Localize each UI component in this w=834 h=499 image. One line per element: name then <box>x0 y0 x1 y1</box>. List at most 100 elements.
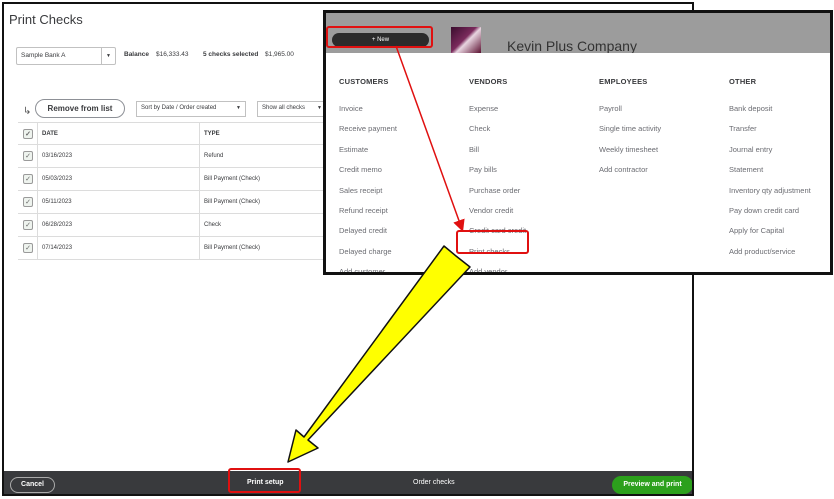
chevron-down-icon: ▼ <box>101 48 115 64</box>
screenshot-frame: Print Checks Sample Bank A ▼ Balance $16… <box>0 0 834 499</box>
menu-column-customers: CUSTOMERS Invoice Receive payment Estima… <box>339 77 464 272</box>
balance-label: Balance <box>124 51 149 58</box>
row-checkbox[interactable]: ✓ <box>23 243 33 253</box>
checks-selected-label: 5 checks selected <box>203 51 259 58</box>
row-type: Bill Payment (Check) <box>204 199 261 205</box>
column-divider <box>37 168 38 190</box>
checks-selected-total: $1,965.00 <box>265 51 294 58</box>
column-divider <box>199 168 200 190</box>
menu-item-vendor-credit[interactable]: Vendor credit <box>469 201 594 221</box>
row-checkbox[interactable]: ✓ <box>23 151 33 161</box>
column-divider <box>37 123 38 145</box>
row-date: 06/28/2023 <box>42 222 73 228</box>
sort-by-select[interactable]: Sort by Date / Order created ▼ <box>136 101 246 117</box>
row-date: 05/03/2023 <box>42 176 73 182</box>
page-title: Print Checks <box>9 12 83 27</box>
menu-item-bank-deposit[interactable]: Bank deposit <box>729 99 830 119</box>
column-divider <box>37 145 38 167</box>
sort-arrow-icon: ↳ <box>23 106 32 117</box>
menu-item-transfer[interactable]: Transfer <box>729 119 830 139</box>
menu-item-add-customer[interactable]: Add customer <box>339 262 464 272</box>
menu-item-journal-entry[interactable]: Journal entry <box>729 140 830 160</box>
highlight-box-new <box>326 26 433 48</box>
menu-item-pay-bills[interactable]: Pay bills <box>469 160 594 180</box>
row-type: Bill Payment (Check) <box>204 245 261 251</box>
menu-item-check[interactable]: Check <box>469 119 594 139</box>
chevron-down-icon: ▼ <box>236 105 241 111</box>
menu-item-expense[interactable]: Expense <box>469 99 594 119</box>
column-divider <box>199 237 200 259</box>
table-header-row: ✓ DATE TYPE <box>18 122 330 145</box>
menu-item-delayed-credit[interactable]: Delayed credit <box>339 221 464 241</box>
row-checkbox[interactable]: ✓ <box>23 174 33 184</box>
show-checks-select[interactable]: Show all checks ▼ <box>257 101 327 117</box>
menu-item-refund-receipt[interactable]: Refund receipt <box>339 201 464 221</box>
column-divider <box>37 214 38 236</box>
menu-item-delayed-charge[interactable]: Delayed charge <box>339 242 464 262</box>
menu-column-title: EMPLOYEES <box>599 77 648 86</box>
preview-and-print-button[interactable]: Preview and print <box>612 476 692 494</box>
menu-item-add-vendor[interactable]: Add vendor <box>469 262 594 272</box>
table-row[interactable]: ✓ 05/11/2023 Bill Payment (Check) <box>18 191 330 214</box>
table-row[interactable]: ✓ 03/16/2023 Refund <box>18 145 330 168</box>
column-divider <box>199 123 200 145</box>
balance-value: $16,333.43 <box>156 51 189 58</box>
row-date: 05/11/2023 <box>42 199 72 205</box>
row-type: Refund <box>204 153 224 159</box>
menu-item-add-contractor[interactable]: Add contractor <box>599 160 724 180</box>
show-checks-value: Show all checks <box>262 105 306 111</box>
menu-item-sales-receipt[interactable]: Sales receipt <box>339 181 464 201</box>
column-divider <box>37 191 38 213</box>
row-date: 03/16/2023 <box>42 153 73 159</box>
cancel-button[interactable]: Cancel <box>10 477 55 493</box>
column-divider <box>37 237 38 259</box>
row-checkbox[interactable]: ✓ <box>23 197 33 207</box>
remove-from-list-button[interactable]: Remove from list <box>35 99 125 118</box>
table-row[interactable]: ✓ 05/03/2023 Bill Payment (Check) <box>18 168 330 191</box>
table-row[interactable]: ✓ 07/14/2023 Bill Payment (Check) <box>18 237 330 260</box>
highlight-box-print-setup <box>228 468 301 493</box>
row-type: Check <box>204 222 222 228</box>
company-logo <box>451 27 481 53</box>
menu-item-purchase-order[interactable]: Purchase order <box>469 181 594 201</box>
menu-item-statement[interactable]: Statement <box>729 160 830 180</box>
bank-account-value: Sample Bank A <box>21 52 66 59</box>
menu-item-weekly-timesheet[interactable]: Weekly timesheet <box>599 140 724 160</box>
row-type: Bill Payment (Check) <box>204 176 261 182</box>
menu-item-add-product-service[interactable]: Add product/service <box>729 242 830 262</box>
menu-item-estimate[interactable]: Estimate <box>339 140 464 160</box>
menu-item-invoice[interactable]: Invoice <box>339 99 464 119</box>
menu-item-single-time-activity[interactable]: Single time activity <box>599 119 724 139</box>
new-menu-panel: + New Kevin Plus Company CUSTOMERS Invoi… <box>323 10 833 275</box>
row-date: 07/14/2023 <box>42 245 73 251</box>
menu-item-pay-down-credit-card[interactable]: Pay down credit card <box>729 201 830 221</box>
menu-column-title: VENDORS <box>469 77 508 86</box>
menu-item-inventory-qty-adjustment[interactable]: Inventory qty adjustment <box>729 181 830 201</box>
menu-column-title: CUSTOMERS <box>339 77 389 86</box>
table-row[interactable]: ✓ 06/28/2023 Check <box>18 214 330 237</box>
new-menu-dropdown: CUSTOMERS Invoice Receive payment Estima… <box>326 53 830 272</box>
column-divider <box>199 214 200 236</box>
sort-by-value: Sort by Date / Order created <box>141 105 217 111</box>
menu-item-receive-payment[interactable]: Receive payment <box>339 119 464 139</box>
menu-item-credit-memo[interactable]: Credit memo <box>339 160 464 180</box>
menu-item-payroll[interactable]: Payroll <box>599 99 724 119</box>
menu-item-apply-for-capital[interactable]: Apply for Capital <box>729 221 830 241</box>
column-header-date: DATE <box>42 131 58 137</box>
chevron-down-icon: ▼ <box>317 105 322 111</box>
footer-bar: Cancel Print setup Order checks Preview … <box>4 471 692 494</box>
column-header-type: TYPE <box>204 131 220 137</box>
column-divider <box>199 145 200 167</box>
menu-column-other: OTHER Bank deposit Transfer Journal entr… <box>729 77 830 262</box>
checks-table: ✓ DATE TYPE ✓ 03/16/2023 Refund ✓ 05/03/… <box>18 122 330 260</box>
column-divider <box>199 191 200 213</box>
row-checkbox[interactable]: ✓ <box>23 220 33 230</box>
bank-account-select[interactable]: Sample Bank A ▼ <box>16 47 116 65</box>
order-checks-link[interactable]: Order checks <box>413 479 455 486</box>
company-name: Kevin Plus Company <box>507 38 637 54</box>
menu-column-title: OTHER <box>729 77 757 86</box>
select-all-checkbox[interactable]: ✓ <box>23 129 33 139</box>
highlight-box-print-checks <box>456 230 529 254</box>
menu-item-bill[interactable]: Bill <box>469 140 594 160</box>
menu-column-employees: EMPLOYEES Payroll Single time activity W… <box>599 77 724 181</box>
